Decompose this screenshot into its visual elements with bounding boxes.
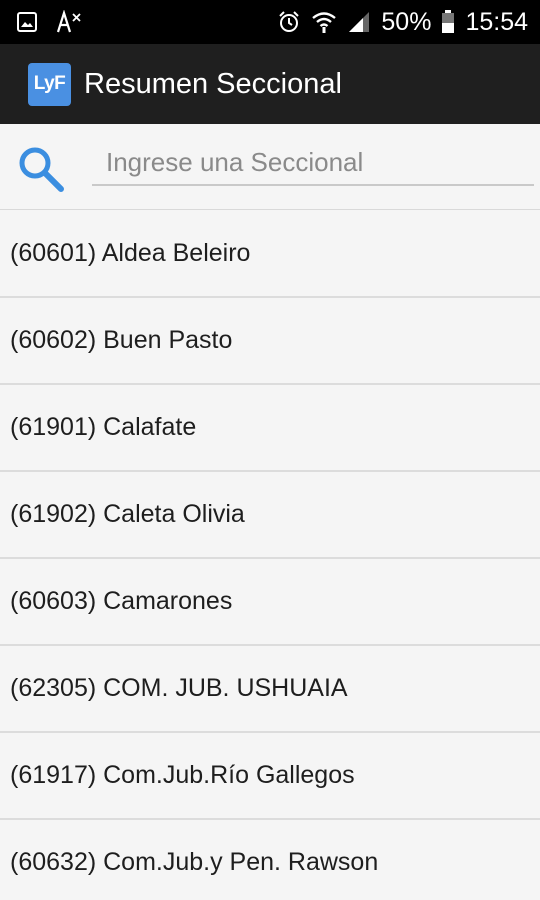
wifi-icon: [311, 10, 337, 34]
app-logo: LyF: [28, 62, 71, 106]
list-item[interactable]: (60603) Camarones: [0, 559, 540, 646]
list-item-label: (60602) Buen Pasto: [10, 326, 233, 354]
signal-icon: [347, 10, 371, 34]
app-bar: LyF Resumen Seccional: [0, 44, 540, 124]
list-item[interactable]: (60602) Buen Pasto: [0, 298, 540, 385]
list-item[interactable]: (61901) Calafate: [0, 385, 540, 472]
image-icon: [16, 11, 38, 33]
battery-icon: [441, 10, 455, 34]
list-item[interactable]: (61902) Caleta Olivia: [0, 472, 540, 559]
list-item[interactable]: (60632) Com.Jub.y Pen. Rawson: [0, 820, 540, 900]
list-item-label: (61917) Com.Jub.Río Gallegos: [10, 761, 355, 789]
alarm-icon: [277, 10, 301, 34]
clock: 15:54: [465, 7, 528, 36]
list-item-label: (60601) Aldea Beleiro: [10, 239, 251, 267]
page-title: Resumen Seccional: [84, 67, 342, 100]
search-icon[interactable]: [16, 144, 66, 194]
translate-icon: [56, 10, 82, 34]
list-item-label: (61902) Caleta Olivia: [10, 500, 245, 528]
list-item-label: (61901) Calafate: [10, 413, 197, 441]
list-item-label: (60632) Com.Jub.y Pen. Rawson: [10, 848, 379, 876]
list-item[interactable]: (61917) Com.Jub.Río Gallegos: [0, 733, 540, 820]
list-item[interactable]: (60601) Aldea Beleiro: [0, 211, 540, 298]
battery-percent: 50%: [381, 7, 432, 36]
list-item[interactable]: (62305) COM. JUB. USHUAIA: [0, 646, 540, 733]
search-input[interactable]: [92, 140, 534, 186]
list-item-label: (60603) Camarones: [10, 587, 233, 615]
status-bar: 50% 15:54: [0, 0, 540, 44]
seccional-list: (60601) Aldea Beleiro (60602) Buen Pasto…: [0, 211, 540, 900]
list-item-label: (62305) COM. JUB. USHUAIA: [10, 674, 348, 702]
search-bar: [0, 124, 540, 210]
